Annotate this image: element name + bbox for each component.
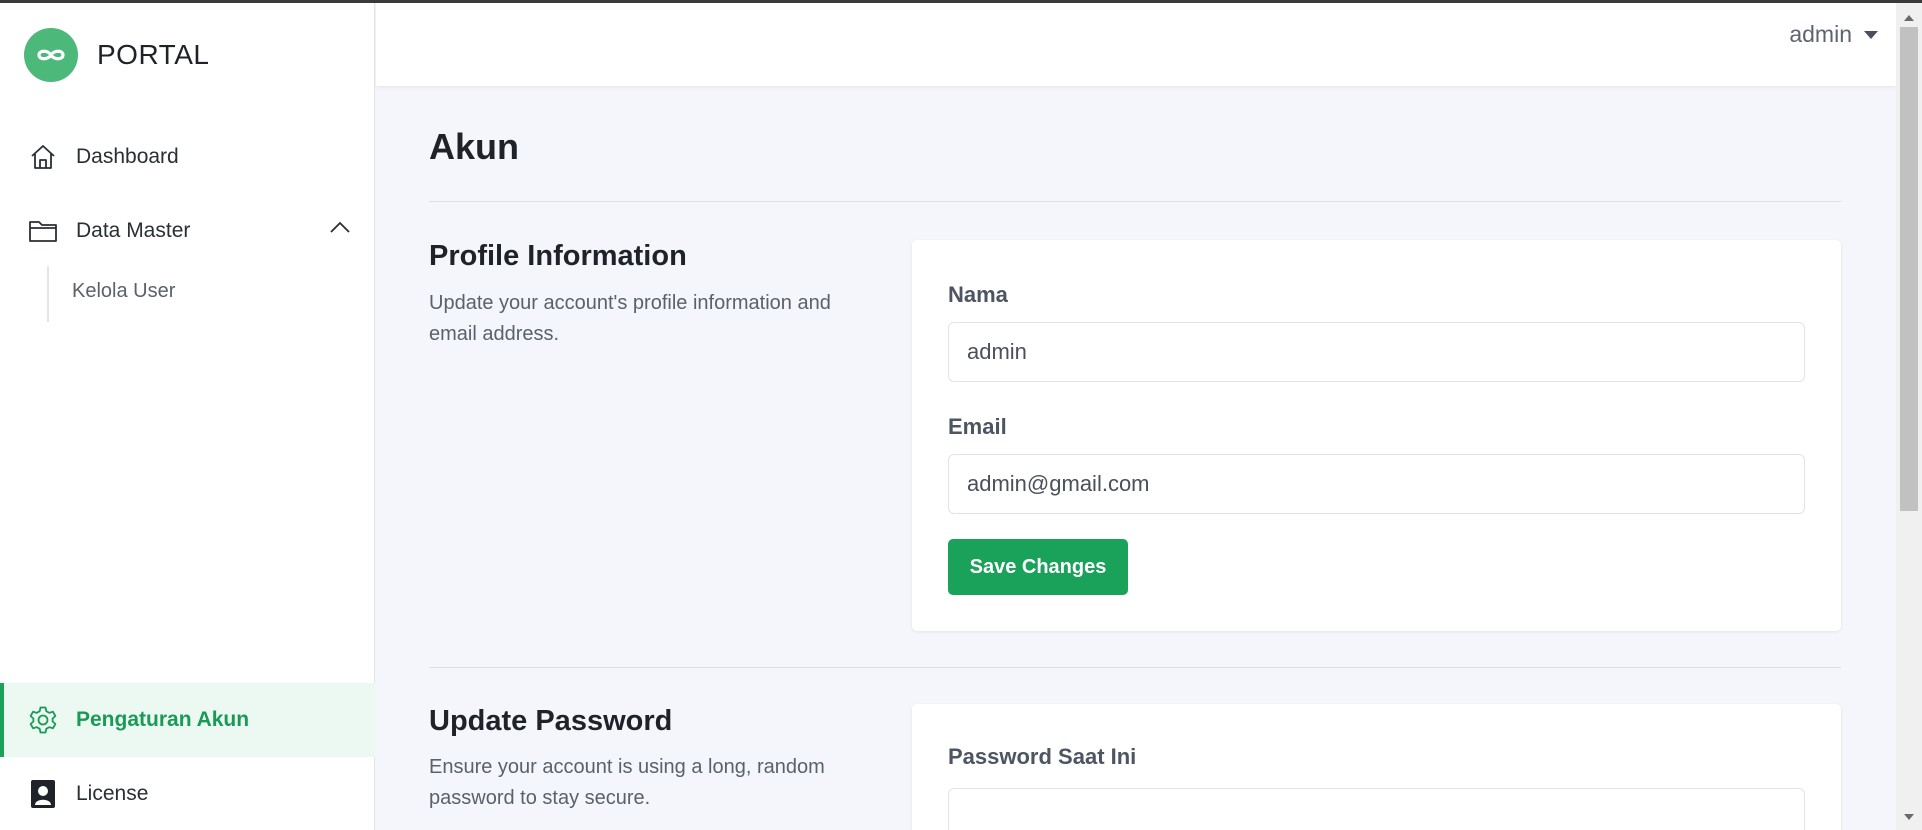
password-form-card: Password Saat Ini [912,704,1841,830]
sidebar-item-pengaturan-akun[interactable]: Pengaturan Akun [0,683,375,757]
sidebar-item-label: Dashboard [76,145,179,168]
infinity-logo-icon [24,28,78,82]
folder-icon [28,216,58,246]
scroll-up-arrow-icon[interactable] [1904,15,1914,21]
user-name: admin [1789,21,1852,47]
section-divider [429,201,1841,202]
current-password-input[interactable] [948,788,1805,830]
sidebar-item-label: Data Master [76,219,191,242]
sidebar-item-label: Pengaturan Akun [76,708,250,731]
save-changes-button[interactable]: Save Changes [948,539,1128,595]
name-label: Nama [948,282,1008,307]
sidebar-item-dashboard[interactable]: Dashboard [0,120,375,194]
name-input[interactable] [948,322,1805,382]
id-badge-icon [28,779,58,809]
scrollbar-thumb[interactable] [1900,27,1918,511]
brand-name: PORTAL [97,39,210,70]
vertical-scrollbar[interactable] [1896,3,1922,830]
top-header: admin [376,3,1896,86]
sidebar-item-label: License [76,782,149,805]
scroll-down-arrow-icon[interactable] [1904,814,1914,820]
home-icon [28,142,58,172]
profile-section-title: Profile Information [429,240,687,272]
section-divider [429,667,1841,668]
chevron-up-icon[interactable] [329,220,351,239]
current-password-label: Password Saat Ini [948,744,1137,769]
profile-section-description: Update your account's profile informatio… [429,292,831,345]
brand[interactable]: PORTAL [24,28,209,82]
gear-icon [28,705,58,735]
password-section-title: Update Password [429,705,673,737]
user-menu[interactable]: admin [1789,21,1878,48]
profile-form-card: Nama Email Save Changes [912,240,1841,631]
submenu-divider [47,266,49,322]
sidebar-item-data-master[interactable]: Data Master [0,194,375,268]
sidebar: PORTAL Dashboard Data Master Kelola User [0,3,375,830]
window-top-border [0,0,1922,3]
email-label: Email [948,414,1007,439]
sidebar-item-license[interactable]: License [0,757,375,830]
page-title: Akun [429,126,519,167]
password-section-description: Ensure your account is using a long, ran… [429,756,825,809]
email-input[interactable] [948,454,1805,514]
sidebar-subitem-kelola-user[interactable]: Kelola User [72,280,175,303]
caret-down-icon [1864,30,1878,39]
